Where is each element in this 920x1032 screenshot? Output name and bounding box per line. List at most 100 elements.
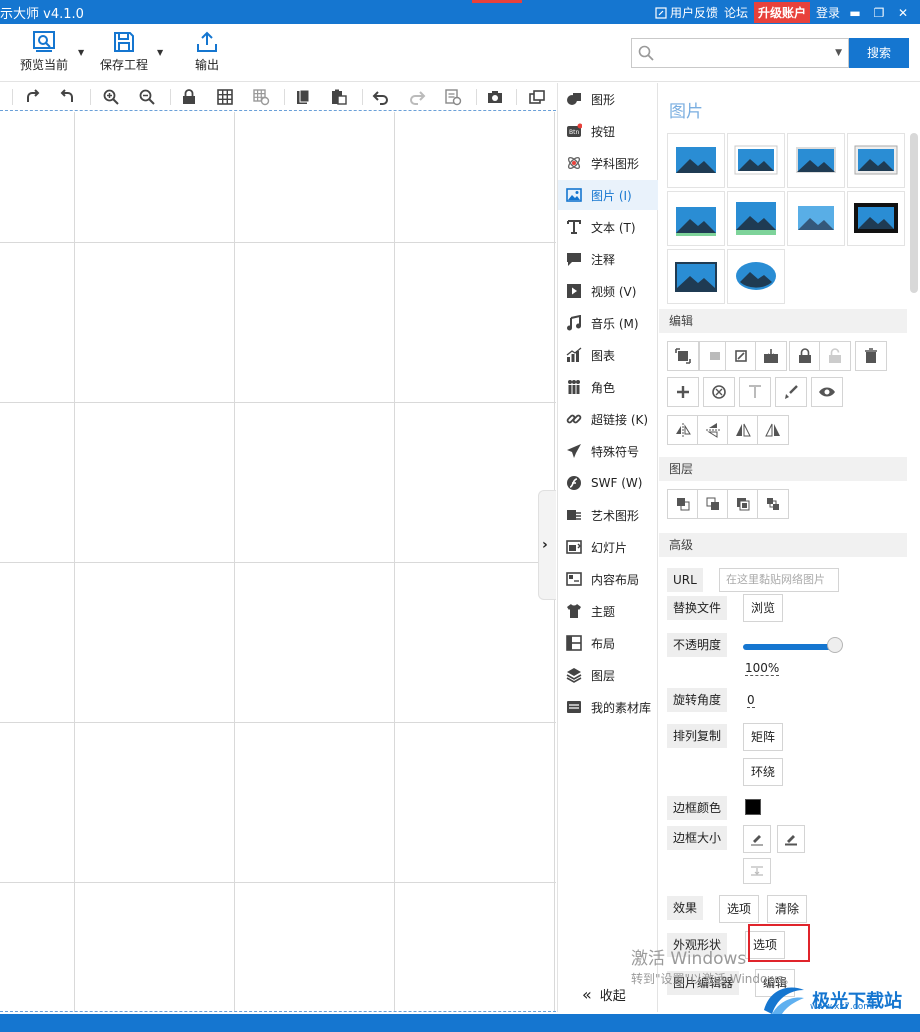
grid-icon[interactable] xyxy=(216,88,234,106)
category-item-swf[interactable]: SWF (W) xyxy=(558,468,658,498)
surround-button[interactable]: 环绕 xyxy=(743,758,784,786)
image-style-thumb[interactable] xyxy=(667,191,725,246)
brush-button[interactable] xyxy=(775,377,807,407)
history-icon[interactable] xyxy=(444,88,462,106)
crop-button[interactable] xyxy=(667,341,699,371)
save-image-button[interactable] xyxy=(755,341,787,371)
mirror-right-button[interactable] xyxy=(757,415,789,445)
category-item-slides[interactable]: 幻灯片 xyxy=(558,532,658,562)
redo-icon[interactable] xyxy=(408,88,426,106)
image-style-thumb[interactable] xyxy=(667,249,725,304)
image-style-thumb[interactable] xyxy=(727,249,785,304)
add-button[interactable] xyxy=(667,377,699,407)
upgrade-account-button[interactable]: 升级账户 xyxy=(753,2,810,23)
category-item-theme[interactable]: 主题 xyxy=(558,596,658,626)
image-style-thumb[interactable] xyxy=(847,191,905,246)
login-link[interactable]: 登录 xyxy=(816,4,840,21)
text-button[interactable] xyxy=(739,377,771,407)
opacity-slider-thumb[interactable] xyxy=(827,637,843,653)
minimize-button[interactable]: ▬ xyxy=(846,6,864,20)
category-item-layout[interactable]: 布局 xyxy=(558,628,658,658)
border-color-label: 边框颜色 xyxy=(667,796,728,820)
transform-button[interactable] xyxy=(725,341,757,371)
editing-canvas[interactable] xyxy=(0,112,556,1012)
category-item-layers[interactable]: 图层 xyxy=(558,660,658,690)
search-dropdown-caret[interactable]: ▼ xyxy=(835,48,842,58)
category-item-text[interactable]: 文本 (T) xyxy=(558,212,658,242)
save-dropdown-caret[interactable]: ▼ xyxy=(157,48,163,57)
image-style-thumb[interactable] xyxy=(727,133,785,188)
collapse-button[interactable]: « 收起 xyxy=(582,985,626,1004)
undo-rotate-icon[interactable] xyxy=(58,88,76,106)
flip-horizontal-button[interactable] xyxy=(667,415,699,445)
export-button[interactable]: 输出 xyxy=(195,30,219,73)
browse-button[interactable]: 浏览 xyxy=(743,594,784,622)
lock-icon[interactable] xyxy=(180,88,198,106)
url-input[interactable]: 在这里黏贴网络图片 xyxy=(719,568,839,592)
opacity-slider-track[interactable] xyxy=(743,644,835,650)
unlock-icon xyxy=(829,348,841,363)
copy-icon[interactable] xyxy=(294,88,312,106)
category-label: 图形 xyxy=(591,92,616,107)
bring-forward-button[interactable] xyxy=(697,489,729,519)
panel-toggle-button[interactable]: › xyxy=(538,490,556,600)
effect-clear-button[interactable]: 清除 xyxy=(767,895,808,923)
unlock-button[interactable] xyxy=(819,341,851,371)
category-item-symbols[interactable]: 特殊符号 xyxy=(558,436,658,466)
category-item-library[interactable]: 我的素材库 xyxy=(558,692,658,722)
border-size-decrease-button[interactable] xyxy=(743,825,771,853)
zoom-in-icon[interactable] xyxy=(102,88,120,106)
category-item-video[interactable]: 视频 (V) xyxy=(558,276,658,306)
bring-to-front-button[interactable] xyxy=(667,489,699,519)
image-style-thumb[interactable] xyxy=(847,133,905,188)
preview-button[interactable]: 预览当前 xyxy=(20,30,68,73)
camera-icon[interactable] xyxy=(486,88,504,106)
category-item-art[interactable]: 艺术图形 xyxy=(558,500,658,530)
image-style-thumb[interactable] xyxy=(667,133,725,188)
restore-button[interactable]: ❐ xyxy=(870,6,888,20)
preview-dropdown-caret[interactable]: ▼ xyxy=(78,48,84,57)
opacity-value[interactable]: 100% xyxy=(745,661,780,676)
scrollbar[interactable] xyxy=(910,133,918,293)
zoom-out-icon[interactable] xyxy=(138,88,156,106)
send-to-back-button[interactable] xyxy=(757,489,789,519)
border-size-increase-button[interactable] xyxy=(777,825,805,853)
category-item-content-layout[interactable]: 内容布局 xyxy=(558,564,658,594)
rotate-button[interactable] xyxy=(703,377,735,407)
close-button[interactable]: ✕ xyxy=(894,6,912,20)
lock-button[interactable] xyxy=(789,341,821,371)
rotation-value[interactable]: 0 xyxy=(747,693,755,708)
category-item-music[interactable]: 音乐 (M) xyxy=(558,308,658,338)
category-item-comment[interactable]: 注释 xyxy=(558,244,658,274)
effect-option-button[interactable]: 选项 xyxy=(719,895,760,923)
forum-link[interactable]: 论坛 xyxy=(724,4,748,21)
transform-icon xyxy=(735,350,747,362)
search-button[interactable]: 搜索 xyxy=(849,38,909,68)
paste-icon[interactable] xyxy=(330,88,348,106)
grid-settings-icon[interactable] xyxy=(252,88,270,106)
image-style-thumb[interactable] xyxy=(727,191,785,246)
category-item-hyperlink[interactable]: 超链接 (K) xyxy=(558,404,658,434)
category-item-science[interactable]: 学科图形 xyxy=(558,148,658,178)
feedback-link[interactable]: 用户反馈 xyxy=(655,4,718,21)
window-icon[interactable] xyxy=(528,88,546,106)
image-style-thumb[interactable] xyxy=(787,191,845,246)
category-item-image[interactable]: 图片 (I) xyxy=(558,180,658,210)
border-color-swatch[interactable] xyxy=(745,799,761,815)
search-input[interactable]: ▼ xyxy=(631,38,849,68)
undo-icon[interactable] xyxy=(372,88,390,106)
send-backward-button[interactable] xyxy=(727,489,759,519)
visibility-button[interactable] xyxy=(811,377,843,407)
category-item-button[interactable]: Btn 按钮 xyxy=(558,116,658,146)
flip-vertical-button[interactable] xyxy=(697,415,729,445)
mirror-left-button[interactable] xyxy=(727,415,759,445)
category-item-shape[interactable]: 图形 xyxy=(558,84,658,114)
border-style-button[interactable] xyxy=(743,858,771,884)
delete-button[interactable] xyxy=(855,341,887,371)
category-item-character[interactable]: 角色 xyxy=(558,372,658,402)
redo-rotate-icon[interactable] xyxy=(24,88,42,106)
save-project-button[interactable]: 保存工程 xyxy=(100,30,148,73)
image-style-thumb[interactable] xyxy=(787,133,845,188)
matrix-button[interactable]: 矩阵 xyxy=(743,723,784,751)
category-item-chart[interactable]: 图表 xyxy=(558,340,658,370)
